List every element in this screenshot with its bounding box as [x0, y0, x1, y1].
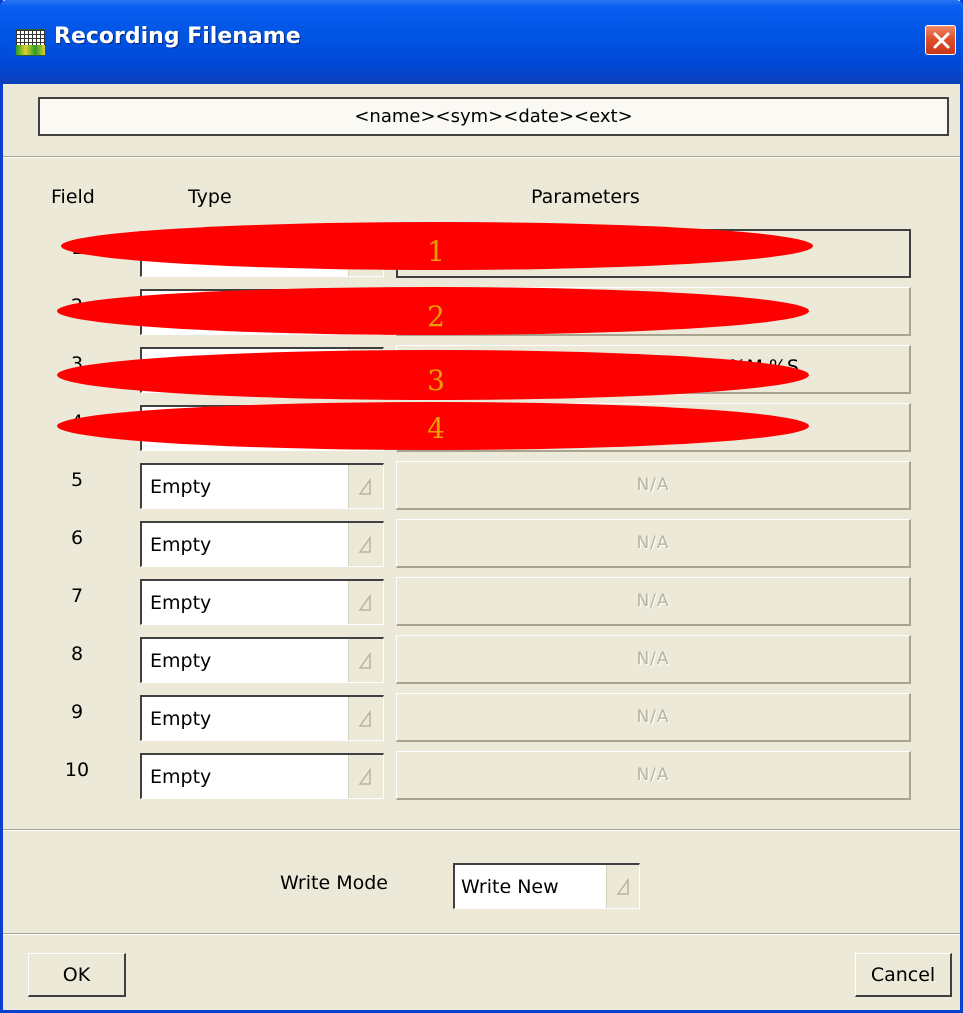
field-type-dropdown-button[interactable] — [348, 581, 383, 624]
field-type-value: Empty — [150, 476, 212, 498]
ok-button[interactable]: OK — [28, 953, 126, 997]
cancel-button[interactable]: Cancel — [855, 953, 952, 997]
redaction-label-2: 2 — [427, 300, 445, 333]
field-type-select[interactable]: Empty — [140, 753, 384, 799]
field-number: 5 — [70, 469, 84, 491]
separator-middle — [3, 829, 960, 831]
field-type-dropdown-button[interactable] — [348, 755, 383, 798]
field-type-value: Empty — [150, 650, 212, 672]
recording-filename-dialog: Recording Filename <name><sym><date><ext… — [0, 0, 963, 1013]
field-type-value: Empty — [150, 592, 212, 614]
field-parameters-button[interactable]: N/A — [396, 519, 911, 568]
field-parameters-button[interactable]: N/A — [396, 461, 911, 510]
dropdown-arrow-icon — [358, 710, 371, 727]
field-parameters-value: N/A — [636, 707, 670, 727]
field-type-select[interactable]: Empty — [140, 463, 384, 509]
write-mode-label: Write Mode — [280, 872, 388, 894]
header-field: Field — [51, 186, 95, 208]
dropdown-arrow-icon — [358, 652, 371, 669]
redaction-label-4: 4 — [427, 412, 445, 445]
field-number: 9 — [70, 701, 84, 723]
field-type-select[interactable]: Empty — [140, 695, 384, 741]
field-number: 8 — [70, 643, 84, 665]
field-type-dropdown-button[interactable] — [348, 697, 383, 740]
field-parameters-value: N/A — [636, 475, 670, 495]
header-parameters: Parameters — [531, 186, 640, 208]
dropdown-arrow-icon — [358, 536, 371, 553]
dropdown-arrow-icon — [358, 478, 371, 495]
field-number: 7 — [70, 585, 84, 607]
field-parameters-value: N/A — [636, 765, 670, 785]
redaction-label-1: 1 — [427, 235, 445, 268]
filename-format-display: <name><sym><date><ext> — [38, 97, 949, 136]
field-type-dropdown-button[interactable] — [348, 523, 383, 566]
field-number: 10 — [64, 759, 90, 781]
field-parameters-button[interactable]: N/A — [396, 577, 911, 626]
separator-top — [3, 156, 960, 158]
write-mode-select[interactable]: Write New — [453, 863, 640, 909]
recorder-app-icon — [15, 29, 46, 56]
field-type-value: Empty — [150, 766, 212, 788]
redaction-label-3: 3 — [427, 364, 445, 397]
close-button[interactable] — [925, 25, 956, 55]
header-type: Type — [188, 186, 232, 208]
field-type-value: Empty — [150, 534, 212, 556]
field-parameters-button[interactable]: N/A — [396, 751, 911, 800]
dropdown-arrow-icon — [358, 594, 371, 611]
window-title: Recording Filename — [54, 24, 301, 49]
field-parameters-value: N/A — [636, 533, 670, 553]
field-type-value: Empty — [150, 708, 212, 730]
field-parameters-button[interactable]: N/A — [396, 693, 911, 742]
field-type-select[interactable]: Empty — [140, 579, 384, 625]
field-parameters-value: N/A — [636, 591, 670, 611]
field-parameters-value: N/A — [636, 649, 670, 669]
write-mode-value: Write New — [461, 876, 559, 898]
dropdown-arrow-icon — [616, 878, 629, 895]
close-icon — [933, 32, 950, 49]
field-number: 6 — [70, 527, 84, 549]
write-mode-dropdown-button[interactable] — [606, 865, 639, 908]
field-parameters-button[interactable]: N/A — [396, 635, 911, 684]
field-type-dropdown-button[interactable] — [348, 639, 383, 682]
title-bar[interactable]: Recording Filename — [0, 0, 963, 84]
field-type-select[interactable]: Empty — [140, 521, 384, 567]
dropdown-arrow-icon — [358, 768, 371, 785]
separator-bottom — [3, 933, 960, 935]
field-type-dropdown-button[interactable] — [348, 465, 383, 508]
field-type-select[interactable]: Empty — [140, 637, 384, 683]
